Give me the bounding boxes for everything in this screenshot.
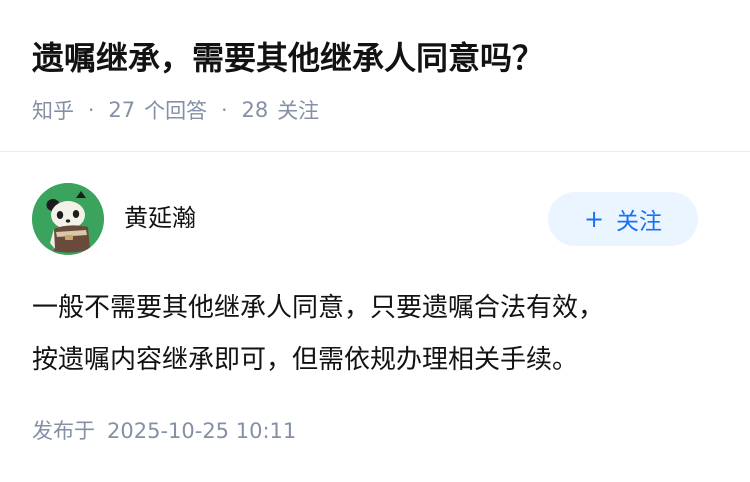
answer-content-line: 一般不需要其他继承人同意，只要遗嘱合法有效， — [32, 293, 605, 323]
question-meta: 知乎 · 27 个回答 · 28 关注 — [32, 94, 319, 126]
publish-time: 发布于 2025-10-25 10:11 — [32, 415, 296, 447]
meta-separator: · — [88, 98, 95, 122]
question-header: 遗嘱继承，需要其他继承人同意吗？ 知乎 · 27 个回答 · 28 关注 — [0, 0, 750, 151]
answer-count: 27 — [108, 98, 136, 122]
answer-card: 黄延瀚 + 关注 一般不需要其他继承人同意，只要遗嘱合法有效， 按遗嘱内容继承即… — [0, 152, 750, 482]
plus-icon: + — [583, 205, 605, 233]
answer-count-label: 个回答 — [144, 99, 208, 123]
question-title[interactable]: 遗嘱继承，需要其他继承人同意吗？ — [32, 36, 544, 80]
panda-avatar-icon — [32, 183, 104, 255]
follow-button-label: 关注 — [616, 209, 663, 235]
publish-timestamp: 2025-10-25 10:11 — [107, 419, 297, 443]
answer-content-line: 按遗嘱内容继承即可，但需依规办理相关手续。 — [32, 345, 579, 375]
follower-count-label: 关注 — [277, 99, 320, 123]
follow-button[interactable]: + 关注 — [548, 192, 698, 246]
author-name[interactable]: 黄延瀚 — [124, 201, 196, 235]
source-label[interactable]: 知乎 — [32, 95, 74, 125]
avatar[interactable] — [32, 183, 104, 255]
meta-separator: · — [221, 98, 228, 122]
publish-label: 发布于 — [32, 419, 95, 443]
follower-count: 28 — [241, 98, 269, 122]
answer-content[interactable]: 一般不需要其他继承人同意，只要遗嘱合法有效， 按遗嘱内容继承即可，但需依规办理相… — [32, 282, 722, 386]
